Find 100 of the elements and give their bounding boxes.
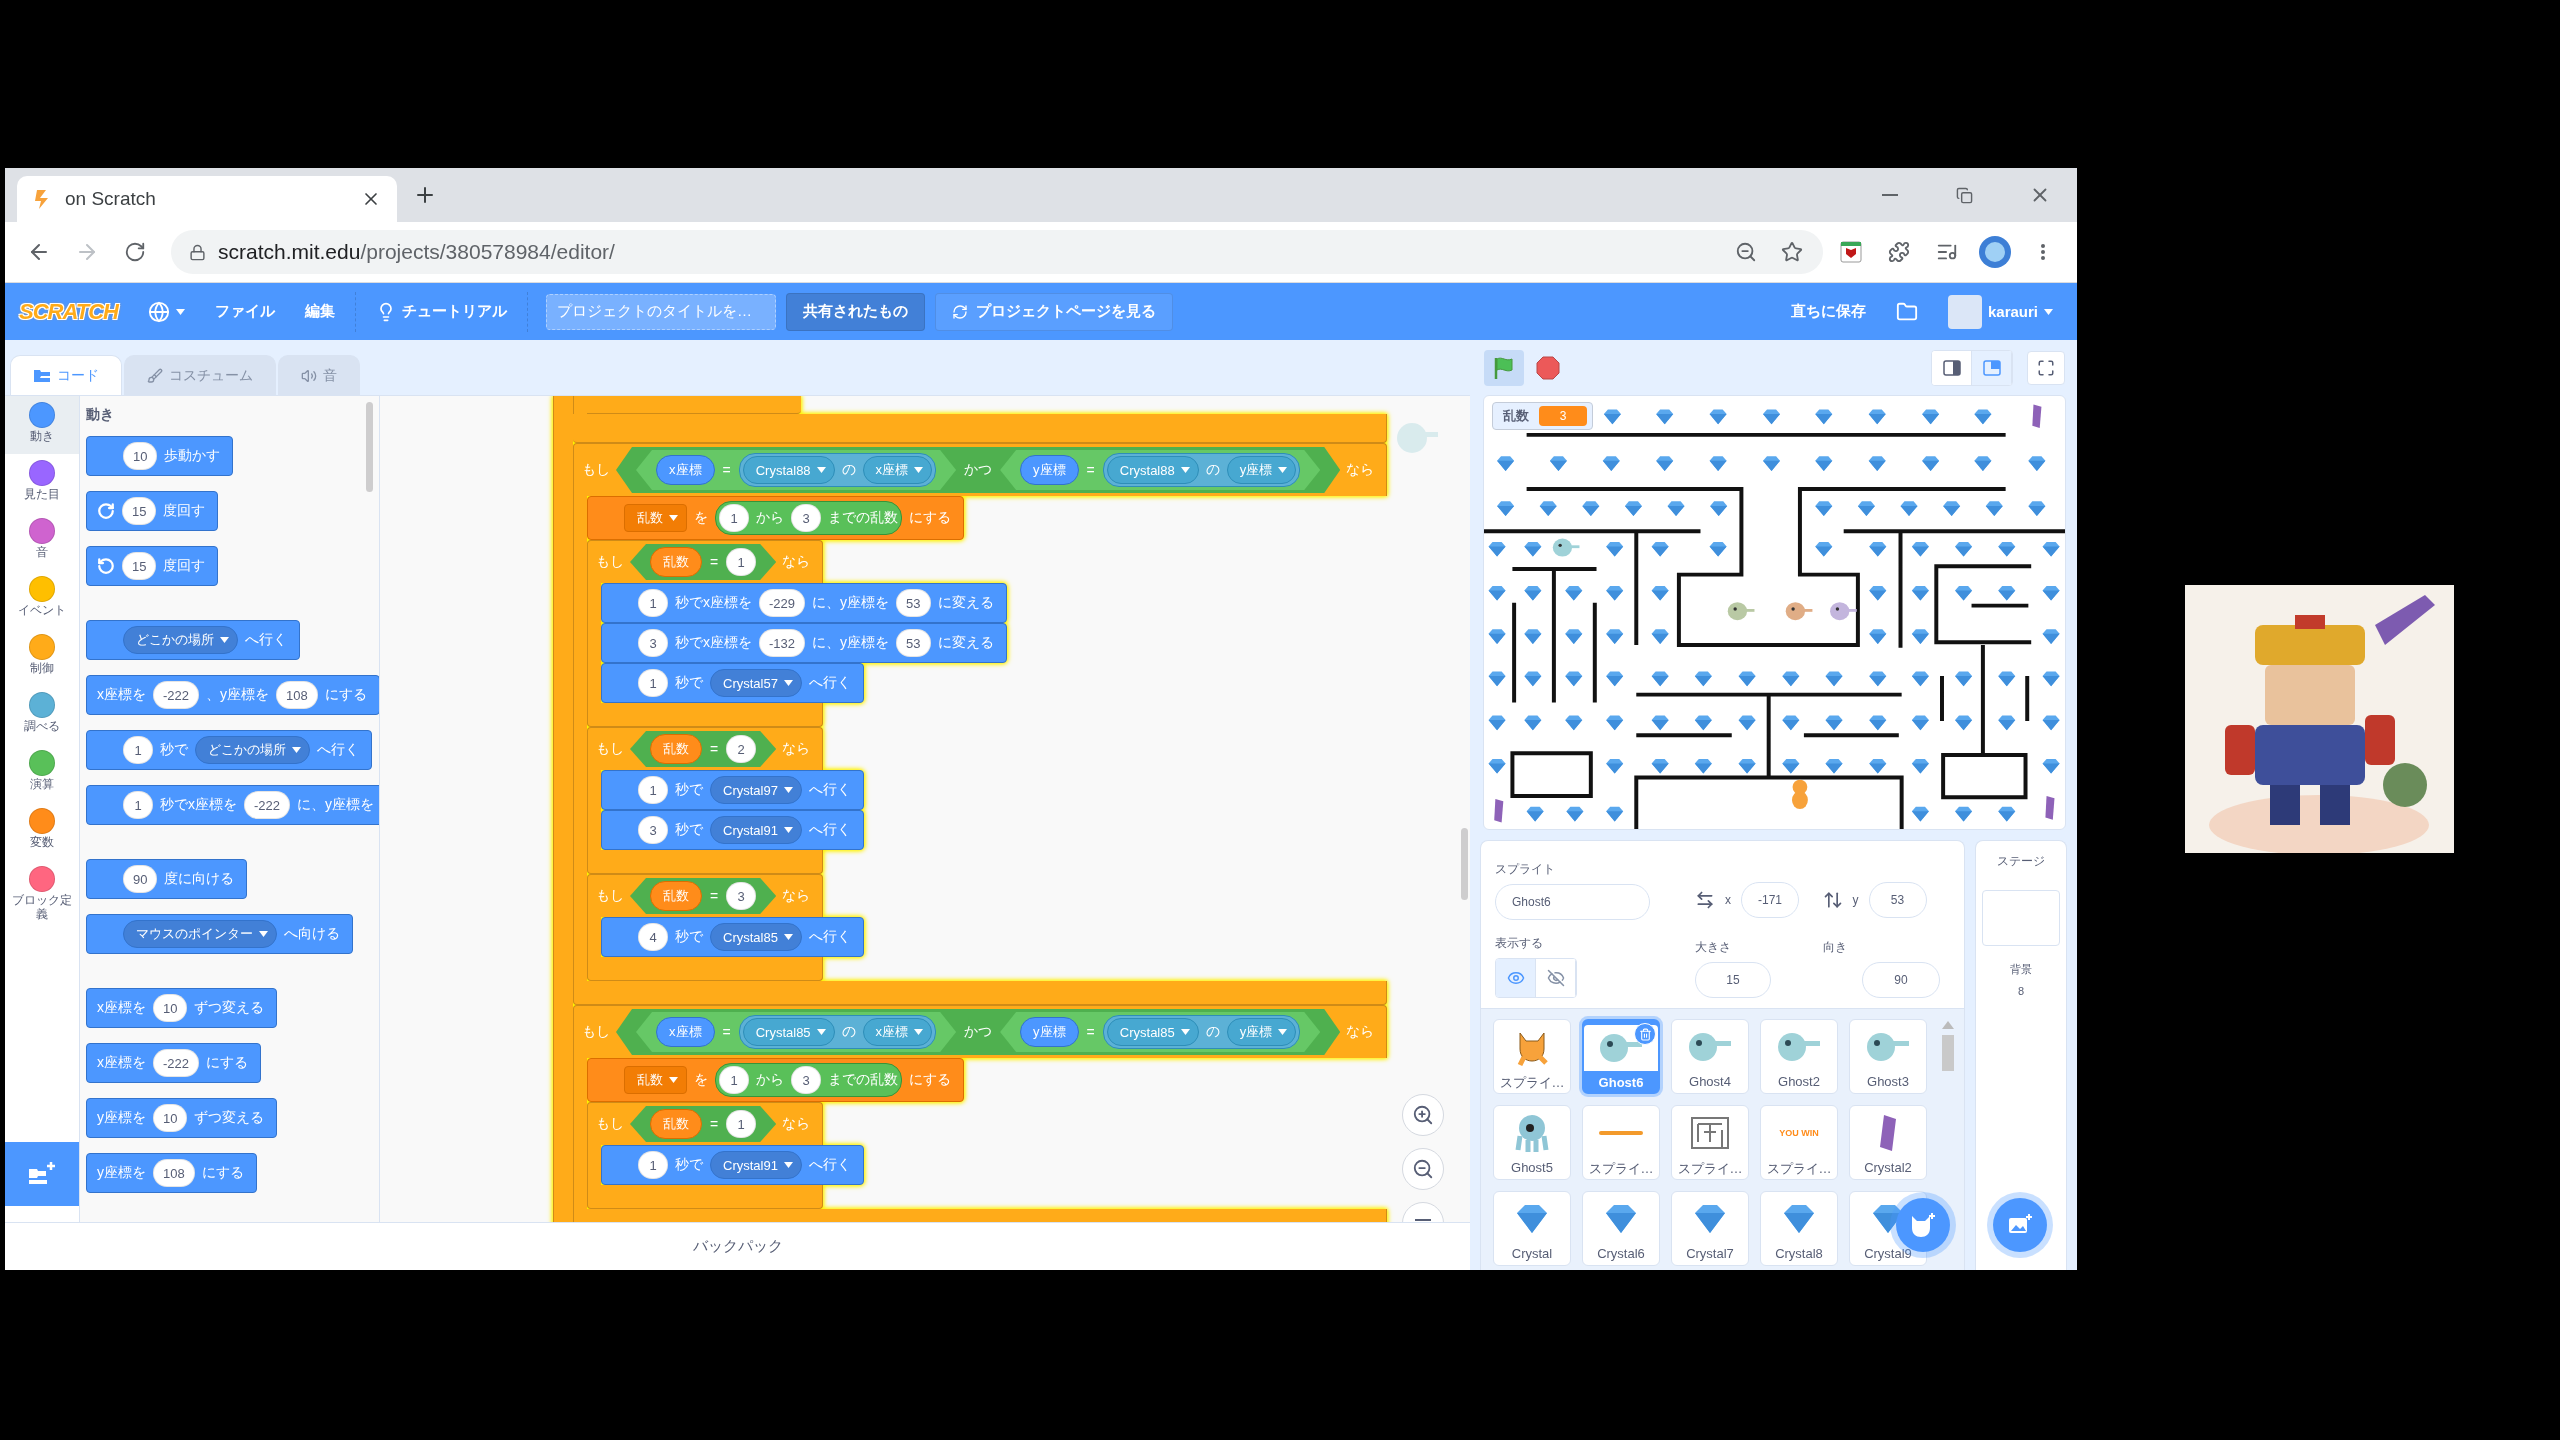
number-input[interactable]: 53 <box>896 629 931 657</box>
show-button[interactable] <box>1496 959 1536 997</box>
dropdown-menu[interactable]: マウスのポインター <box>123 920 277 948</box>
motion-block[interactable]: 10 歩動かす <box>86 436 234 476</box>
category-item[interactable]: 制御 <box>5 628 79 686</box>
motion-block[interactable]: x座標を -222 、y座標を 108 にする <box>86 675 379 715</box>
if-block[interactable]: もし 乱数 = 2 なら <box>587 727 824 770</box>
number-input[interactable]: 1 <box>638 776 668 804</box>
motion-block[interactable]: 1 秒でx座標を -229 に、y座標を 53 に変える <box>601 583 1007 623</box>
motion-block[interactable]: どこかの場所 へ行く <box>86 620 300 660</box>
dropdown-menu[interactable]: Crystal57 <box>710 669 802 697</box>
if-block[interactable]: もし 乱数 = 1 なら <box>587 1102 824 1145</box>
fullscreen-button[interactable] <box>2027 350 2065 385</box>
number-input[interactable]: 1 <box>719 504 749 532</box>
dropdown-menu[interactable]: どこかの場所 <box>195 736 310 764</box>
motion-block[interactable]: x座標を -222 にする <box>86 1043 262 1083</box>
motion-block[interactable]: 1 秒で Crystal97 へ行く <box>601 770 864 810</box>
category-item[interactable]: 変数 <box>5 802 79 860</box>
number-input[interactable]: 10 <box>153 994 188 1022</box>
category-item[interactable]: 音 <box>5 512 79 570</box>
if-block[interactable]: もし 乱数 = 1 なら <box>587 540 824 583</box>
number-input[interactable]: 3 <box>638 816 668 844</box>
number-input[interactable]: 1 <box>719 1066 749 1094</box>
zoom-out-button[interactable] <box>1402 1148 1444 1190</box>
backpack-panel[interactable]: バックパック <box>5 1222 1470 1270</box>
motion-block[interactable]: 90 度に向ける <box>86 859 248 899</box>
number-input[interactable]: 108 <box>276 681 318 709</box>
y-field[interactable]: 53 <box>1868 881 1927 918</box>
dropdown-menu[interactable]: Crystal85 <box>710 923 802 951</box>
number-input[interactable]: 1 <box>638 669 668 697</box>
motion-block[interactable]: x座標を 10 ずつ変える <box>86 988 278 1028</box>
number-input[interactable]: 3 <box>791 504 821 532</box>
number-input[interactable]: -222 <box>153 681 200 709</box>
stage-size-button[interactable] <box>1932 350 1972 385</box>
direction-field[interactable]: 90 <box>1862 962 1940 998</box>
number-input[interactable]: -229 <box>759 589 806 617</box>
number-input[interactable]: -222 <box>153 1049 200 1077</box>
sprite-tile[interactable]: Crystal <box>1493 1191 1571 1266</box>
size-field[interactable]: 15 <box>1695 962 1771 998</box>
dropdown-menu[interactable]: どこかの場所 <box>123 626 238 654</box>
shared-button[interactable]: 共有されたもの <box>785 292 925 331</box>
number-input[interactable]: 1 <box>638 589 668 617</box>
variable-block[interactable]: 乱数 を 1 から 3 までの乱数 にする <box>587 1058 964 1102</box>
motion-block[interactable]: 15 度回す <box>86 546 219 586</box>
number-input[interactable]: 1 <box>123 791 153 819</box>
category-item[interactable]: イベント <box>5 570 79 628</box>
motion-block[interactable]: マウスのポインター へ向ける <box>86 914 353 954</box>
sprite-tile[interactable]: Crystal6 <box>1582 1191 1660 1266</box>
category-item[interactable]: 調べる <box>5 686 79 744</box>
add-extension-button[interactable] <box>5 1142 79 1206</box>
sprite-tile[interactable]: Crystal2 <box>1849 1105 1927 1180</box>
sprite-tile[interactable]: Ghost5 <box>1493 1105 1571 1180</box>
motion-block[interactable]: 3 秒で Crystal91 へ行く <box>601 810 864 850</box>
add-backdrop-button[interactable] <box>1993 1198 2047 1252</box>
number-input[interactable]: 1 <box>726 548 757 576</box>
motion-block[interactable]: 15 度回す <box>86 491 219 531</box>
category-item[interactable]: ブロック定義 <box>5 860 79 918</box>
backdrop-thumbnail[interactable] <box>1982 890 2060 946</box>
variable-block[interactable]: 乱数 を 1 から 3 までの乱数 にする <box>587 496 964 540</box>
number-input[interactable]: 2 <box>726 735 757 763</box>
zoom-in-button[interactable] <box>1402 1094 1444 1136</box>
dropdown-menu[interactable]: Crystal91 <box>710 816 802 844</box>
number-input[interactable]: 1 <box>638 1151 668 1179</box>
sprite-tile[interactable]: Crystal8 <box>1760 1191 1838 1266</box>
number-input[interactable]: 3 <box>726 882 757 910</box>
motion-block[interactable]: 1 秒でx座標を -222 に、y座標を <box>86 785 379 825</box>
number-input[interactable]: 3 <box>791 1066 821 1094</box>
sprite-tile[interactable]: Crystal7 <box>1671 1191 1749 1266</box>
number-input[interactable]: -222 <box>244 791 291 819</box>
number-input[interactable]: -132 <box>759 629 806 657</box>
number-input[interactable]: 53 <box>896 589 931 617</box>
number-input[interactable]: 1 <box>726 1110 757 1138</box>
number-input[interactable]: 90 <box>123 865 158 893</box>
category-item[interactable]: 見た目 <box>5 454 79 512</box>
motion-block[interactable]: 1 秒で Crystal57 へ行く <box>601 663 864 703</box>
dropdown-menu[interactable]: Crystal91 <box>710 1151 802 1179</box>
sprite-name-field[interactable]: Ghost6 <box>1495 883 1650 920</box>
sprite-tile[interactable]: Ghost4 <box>1671 1019 1749 1094</box>
browser-tab[interactable]: on Scratch <box>17 176 397 222</box>
number-input[interactable]: 15 <box>122 497 157 525</box>
number-input[interactable]: 1 <box>123 736 153 764</box>
motion-block[interactable]: 3 秒でx座標を -132 に、y座標を 53 に変える <box>601 623 1007 663</box>
number-input[interactable]: 108 <box>153 1159 195 1187</box>
motion-block[interactable]: 1 秒で どこかの場所 へ行く <box>86 730 372 770</box>
motion-block[interactable]: y座標を 108 にする <box>86 1153 257 1193</box>
sprite-tile[interactable]: スプライ… <box>1493 1019 1571 1094</box>
flag-button[interactable] <box>1484 349 1524 386</box>
motion-block[interactable]: y座標を 10 ずつ変える <box>86 1098 278 1138</box>
x-field[interactable]: -171 <box>1741 881 1799 918</box>
motion-block[interactable]: 4 秒で Crystal85 へ行く <box>601 917 864 957</box>
category-item[interactable]: 演算 <box>5 744 79 802</box>
sprite-tile[interactable]: YOU WIN スプライ… <box>1760 1105 1838 1180</box>
number-input[interactable]: 15 <box>122 552 157 580</box>
sprite-tile[interactable]: スプライ… <box>1671 1105 1749 1180</box>
number-input[interactable]: 4 <box>638 923 668 951</box>
sprite-tile[interactable]: Ghost2 <box>1760 1019 1838 1094</box>
if-block[interactable]: もし 乱数 = 3 なら <box>587 874 824 917</box>
motion-block[interactable]: 1 秒で Crystal91 へ行く <box>601 1145 864 1185</box>
dropdown-menu[interactable]: Crystal97 <box>710 776 802 804</box>
category-item[interactable]: 動き <box>5 396 79 454</box>
